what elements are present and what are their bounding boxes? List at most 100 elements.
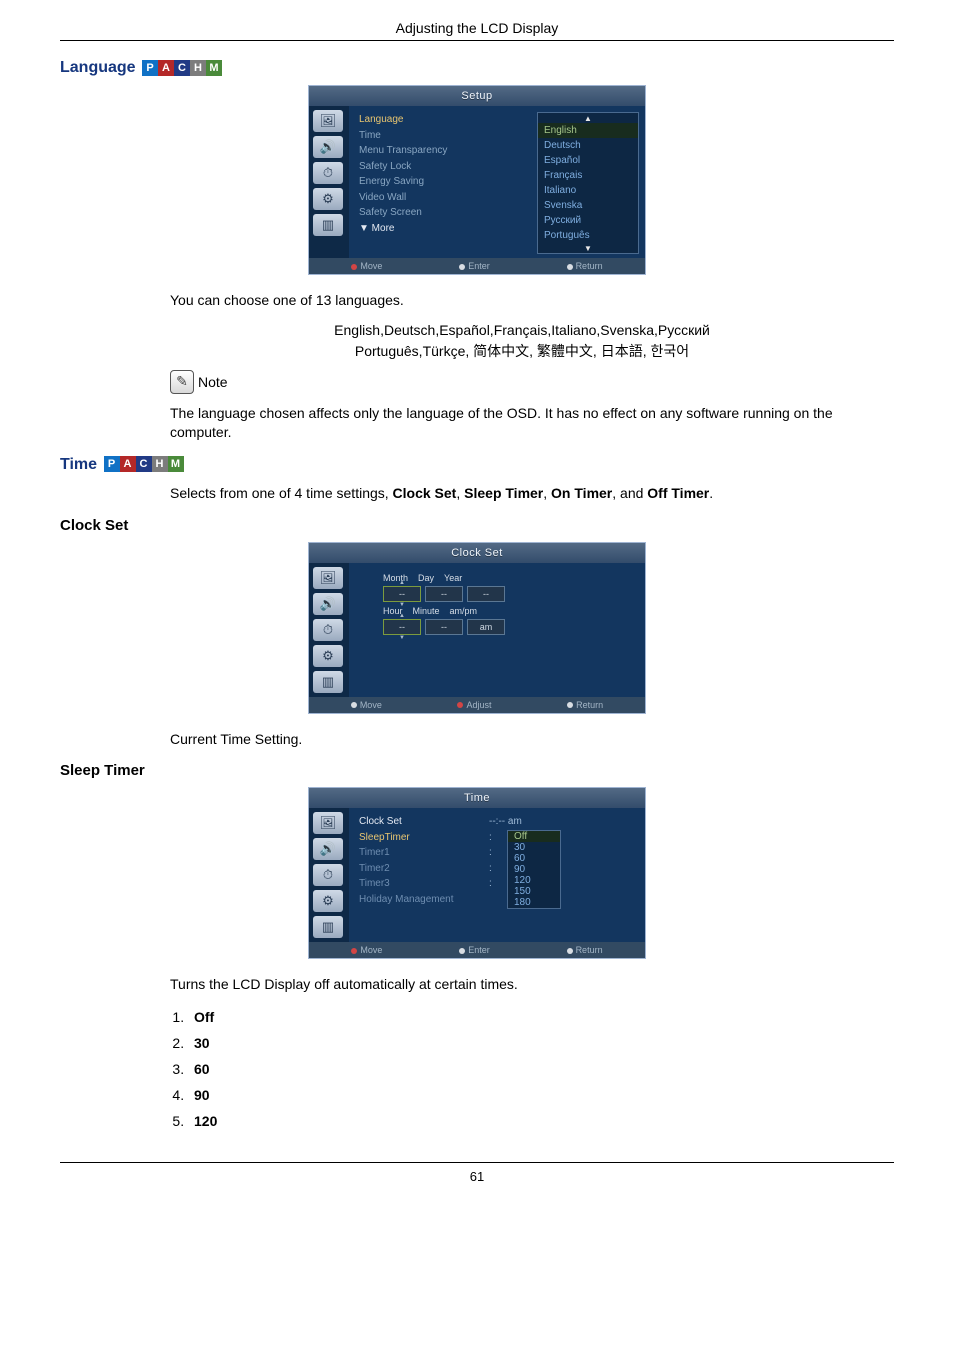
- sep: ,: [543, 485, 551, 501]
- osd-clock-title: Clock Set: [309, 543, 645, 563]
- label-ampm: am/pm: [450, 606, 478, 616]
- opt-90[interactable]: 90: [508, 864, 560, 875]
- language-list-line1: English,Deutsch,Español,Français,Italian…: [170, 320, 874, 341]
- row-sleeptimer[interactable]: SleepTimer: [359, 830, 489, 846]
- section-title-clock-set: Clock Set: [60, 517, 894, 534]
- pachm-badges-time: P A C H M: [104, 456, 184, 472]
- footer-return: Return: [567, 261, 603, 271]
- menu-transparency[interactable]: Menu Transparency: [359, 143, 531, 159]
- hour-stepper[interactable]: ▲--▼: [383, 619, 421, 635]
- ampm-stepper[interactable]: am: [467, 619, 505, 635]
- badge-h-icon: H: [190, 60, 206, 76]
- time-text: Selects from one of 4 time settings, Clo…: [170, 484, 874, 503]
- opt-deutsch[interactable]: Deutsch: [538, 138, 638, 153]
- clock-set-text: Current Time Setting.: [170, 730, 874, 749]
- opt-russkiy[interactable]: Русский: [538, 213, 638, 228]
- time-sleep-timer: Sleep Timer: [464, 485, 543, 501]
- row-timer2[interactable]: Timer2: [359, 861, 489, 877]
- badge-p-icon: P: [104, 456, 120, 472]
- badge-m-icon: M: [168, 456, 184, 472]
- osd-footer: Move Enter Return: [309, 258, 645, 274]
- nav-picture-icon: 🖼: [313, 110, 343, 132]
- time-on-timer: On Timer: [551, 485, 612, 501]
- minute-stepper[interactable]: --: [425, 619, 463, 635]
- badge-c-icon: C: [136, 456, 152, 472]
- opt-off[interactable]: Off: [508, 831, 560, 842]
- osd-nav-icons: 🖼 🔊 ⏱ ⚙ ▥: [309, 808, 349, 942]
- opt-30[interactable]: 30: [508, 842, 560, 853]
- nav-clock-icon: ⏱: [313, 619, 343, 641]
- opt-portugues[interactable]: Português: [538, 228, 638, 243]
- badge-m-icon: M: [206, 60, 222, 76]
- footer-return: Return: [567, 945, 603, 955]
- footer-enter: Enter: [459, 945, 490, 955]
- sep: .: [709, 485, 713, 501]
- menu-energy-saving[interactable]: Energy Saving: [359, 174, 531, 190]
- row-timer1-val: :: [489, 845, 492, 861]
- note-label: Note: [198, 374, 228, 390]
- sleep-timer-list: Off 30 60 90 120: [170, 1004, 874, 1134]
- row-timer2-val: :: [489, 861, 492, 877]
- clock-set-title: Clock Set: [60, 517, 128, 534]
- osd-setup-title: Setup: [309, 86, 645, 106]
- opt-francais[interactable]: Français: [538, 168, 638, 183]
- list-item-120: 120: [188, 1108, 874, 1134]
- opt-svenska[interactable]: Svenska: [538, 198, 638, 213]
- nav-clock-icon: ⏱: [313, 162, 343, 184]
- list-item-30: 30: [188, 1030, 874, 1056]
- opt-150[interactable]: 150: [508, 886, 560, 897]
- badge-h-icon: H: [152, 456, 168, 472]
- language-title-text: Language: [60, 59, 136, 76]
- month-stepper[interactable]: ▲--▼: [383, 586, 421, 602]
- footer-move: Move: [351, 945, 382, 955]
- osd-nav-icons: 🖼 🔊 ⏱ ⚙ ▥: [309, 106, 349, 258]
- clock-set-osd: Clock Set 🖼 🔊 ⏱ ⚙ ▥ Month Day Year: [308, 542, 646, 714]
- nav-multi-icon: ▥: [313, 916, 343, 938]
- row-holiday[interactable]: Holiday Management: [359, 892, 489, 908]
- opt-italiano[interactable]: Italiano: [538, 183, 638, 198]
- opt-120[interactable]: 120: [508, 875, 560, 886]
- note-icon: ✎: [170, 370, 194, 394]
- menu-time[interactable]: Time: [359, 128, 531, 144]
- time-off-timer: Off Timer: [647, 485, 709, 501]
- sep: ,: [456, 485, 464, 501]
- language-choose-text: You can choose one of 13 languages.: [170, 291, 874, 310]
- opt-180[interactable]: 180: [508, 897, 560, 908]
- nav-settings-icon: ⚙: [313, 890, 343, 912]
- row-clockset[interactable]: Clock Set: [359, 814, 489, 830]
- badge-a-icon: A: [120, 456, 136, 472]
- language-list-line2: Português,Türkçe, 简体中文, 繁體中文, 日本語, 한국어: [170, 341, 874, 362]
- menu-safety-lock[interactable]: Safety Lock: [359, 159, 531, 175]
- sleep-timer-text: Turns the LCD Display off automatically …: [170, 975, 874, 994]
- scroll-down-icon[interactable]: ▼: [538, 243, 638, 253]
- opt-espanol[interactable]: Español: [538, 153, 638, 168]
- nav-picture-icon: 🖼: [313, 567, 343, 589]
- year-stepper[interactable]: --: [467, 586, 505, 602]
- nav-picture-icon: 🖼: [313, 812, 343, 834]
- sleep-timer-title: Sleep Timer: [60, 762, 145, 779]
- row-timer3-val: :: [489, 876, 492, 892]
- opt-english[interactable]: English: [538, 123, 638, 138]
- opt-60[interactable]: 60: [508, 853, 560, 864]
- menu-language[interactable]: Language: [359, 112, 531, 128]
- badge-p-icon: P: [142, 60, 158, 76]
- footer-move: Move: [351, 700, 382, 710]
- footer-enter: Enter: [459, 261, 490, 271]
- osd-footer: Move Enter Return: [309, 942, 645, 958]
- time-clock-set: Clock Set: [393, 485, 457, 501]
- pachm-badges: P A C H M: [142, 60, 222, 76]
- row-sleeptimer-val: :: [489, 830, 492, 846]
- page-header: Adjusting the LCD Display: [60, 20, 894, 41]
- menu-safety-screen[interactable]: Safety Screen: [359, 205, 531, 221]
- scroll-up-icon[interactable]: ▲: [538, 113, 638, 123]
- time-title-text: Time: [60, 456, 97, 473]
- menu-more[interactable]: ▼ More: [359, 221, 531, 237]
- row-timer3[interactable]: Timer3: [359, 876, 489, 892]
- row-timer1[interactable]: Timer1: [359, 845, 489, 861]
- section-title-sleep-timer: Sleep Timer: [60, 762, 894, 779]
- nav-sound-icon: 🔊: [313, 593, 343, 615]
- osd-footer: Move Adjust Return: [309, 697, 645, 713]
- language-osd: Setup 🖼 🔊 ⏱ ⚙ ▥ Language Time Menu Trans…: [308, 85, 646, 275]
- menu-video-wall[interactable]: Video Wall: [359, 190, 531, 206]
- day-stepper[interactable]: --: [425, 586, 463, 602]
